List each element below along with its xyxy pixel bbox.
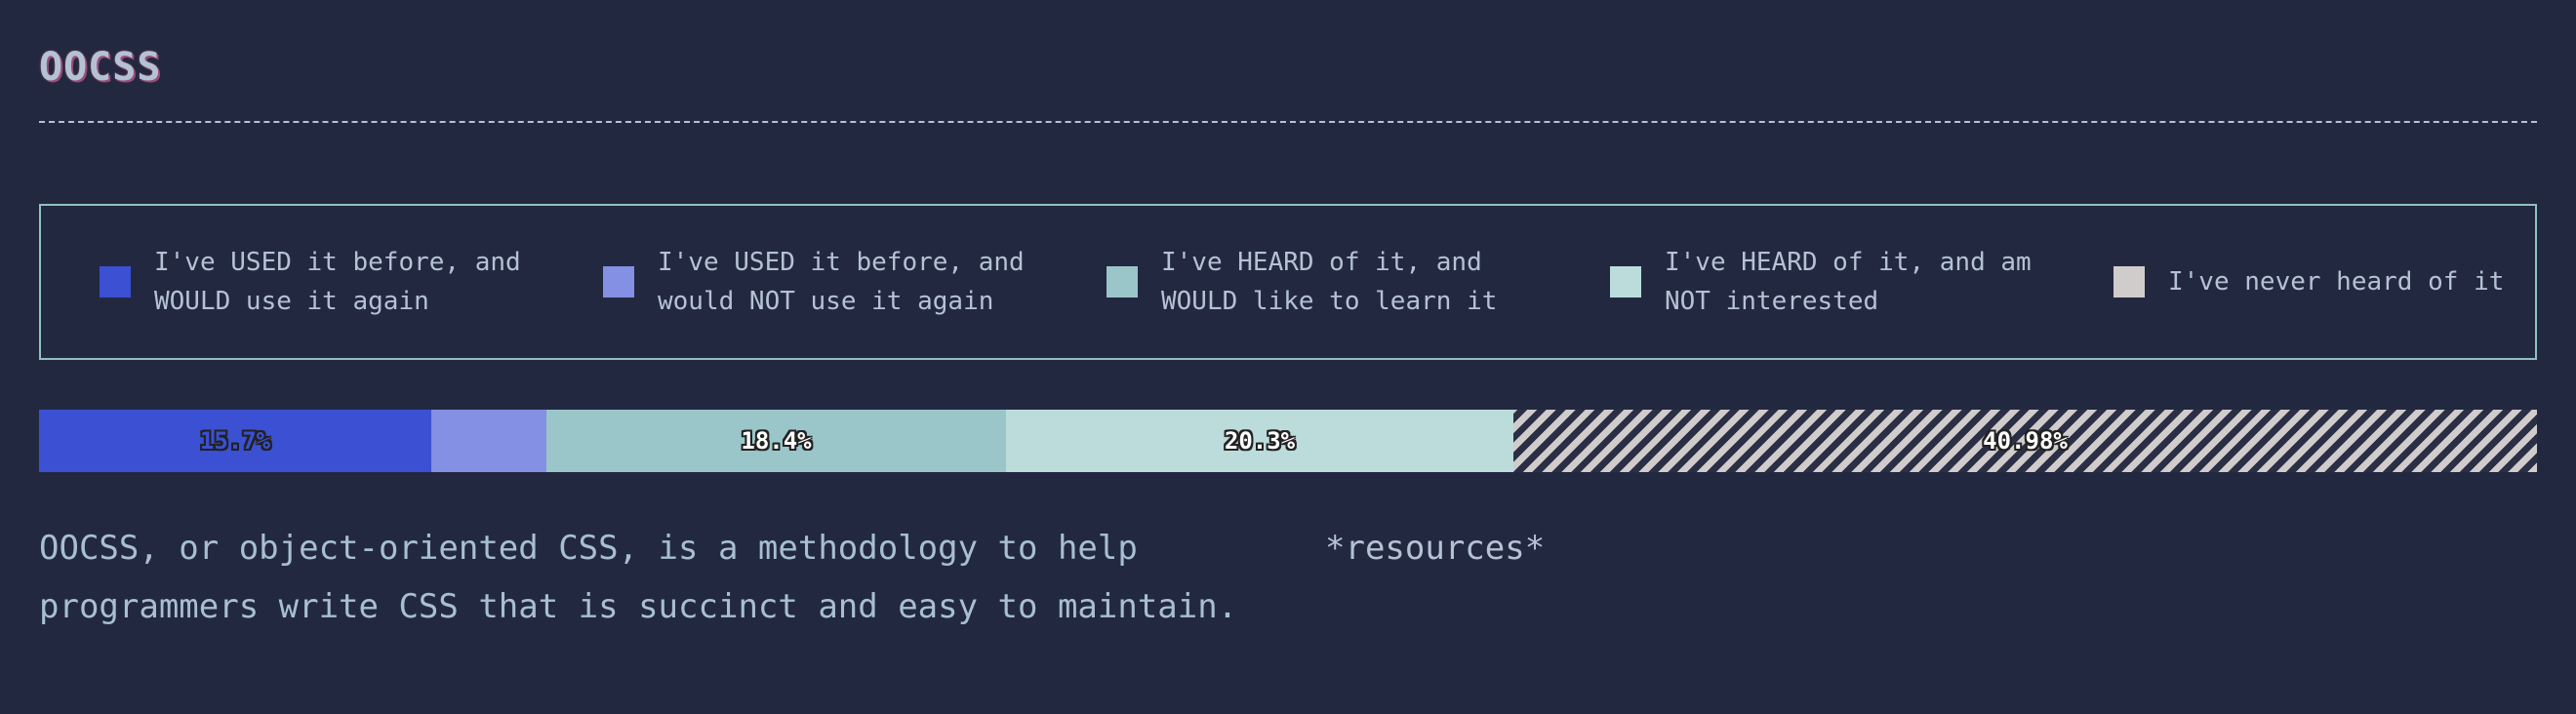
legend-swatch [1610, 266, 1641, 298]
bar-segment-used-not [431, 410, 546, 472]
legend-swatch [1107, 266, 1138, 298]
survey-section: OOCSS I've USED it before, and WOULD use… [0, 0, 2576, 714]
chart-legend: I've USED it before, and WOULD use it ag… [39, 204, 2537, 360]
stacked-bar-chart: 15.7% 18.4% 20.3% 40.98% [39, 410, 2537, 472]
data-label-never-heard: 40.98% [1983, 427, 2068, 455]
title-divider [39, 121, 2537, 123]
data-label-heard-learn: 18.4% [741, 427, 812, 455]
description-text: OOCSS, or object-oriented CSS, is a meth… [39, 529, 1238, 626]
legend-swatch [100, 266, 131, 298]
legend-label: I've USED it before, and would NOT use i… [658, 248, 1025, 316]
data-label-heard-not: 20.3% [1224, 427, 1296, 455]
legend-label: I've never heard of it [2168, 267, 2505, 297]
legend-item: I've HEARD of it, and am NOT interested [1610, 243, 2113, 321]
resources-link[interactable]: *resources* [1325, 519, 1545, 577]
data-label-used-would: 15.7% [199, 427, 271, 455]
legend-item: I've USED it before, and would NOT use i… [603, 243, 1107, 321]
page-title: OOCSS [39, 45, 162, 90]
legend-swatch [2113, 266, 2145, 298]
legend-label: I've HEARD of it, and WOULD like to lear… [1161, 248, 1498, 316]
legend-item: I've never heard of it [2113, 262, 2504, 301]
legend-item: I've HEARD of it, and WOULD like to lear… [1107, 243, 1610, 321]
legend-label: I've USED it before, and WOULD use it ag… [154, 248, 521, 316]
legend-item: I've USED it before, and WOULD use it ag… [100, 243, 603, 321]
legend-label: I've HEARD of it, and am NOT interested [1665, 248, 2032, 316]
legend-swatch [603, 266, 634, 298]
